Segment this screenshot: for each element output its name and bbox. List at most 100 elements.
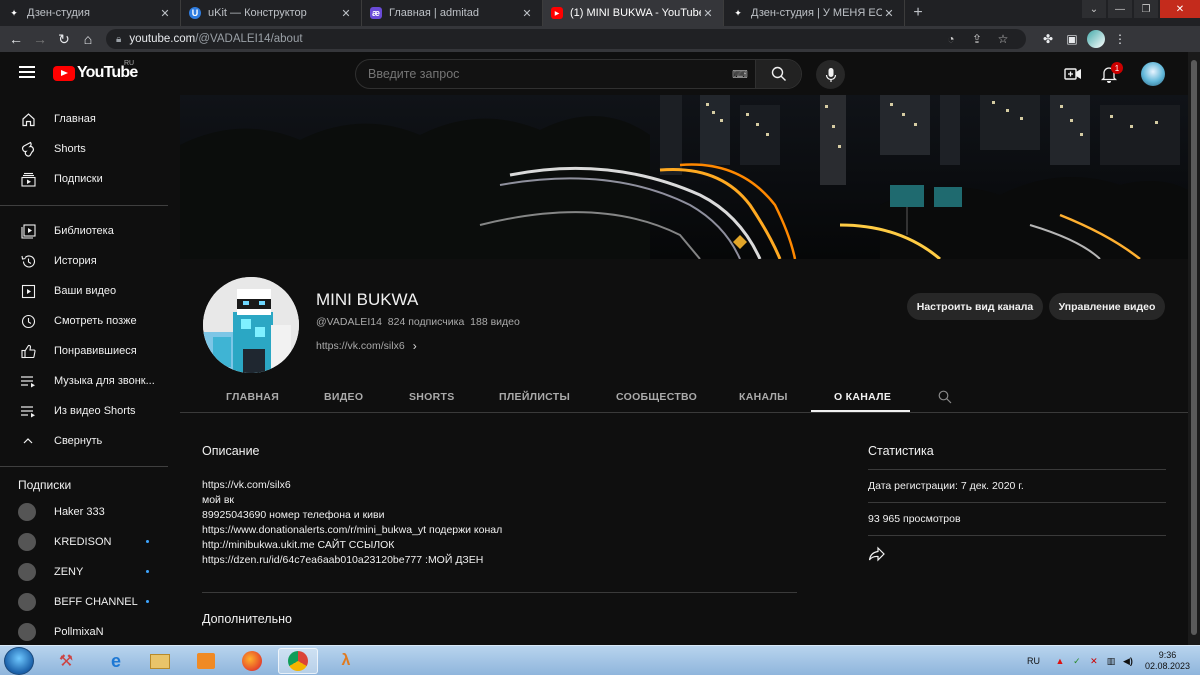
side-panel-icon[interactable]: ▣ bbox=[1060, 28, 1084, 50]
browser-tab-youtube[interactable]: ▶ (1) MINI BUKWA - YouTube ✕ bbox=[543, 0, 724, 26]
channel-link-text: https://vk.com/silx6 bbox=[316, 340, 405, 352]
sidebar-item-library[interactable]: Библиотека bbox=[0, 216, 168, 246]
bookmark-star-icon[interactable]: ☆ bbox=[990, 32, 1016, 46]
share-icon[interactable] bbox=[868, 546, 888, 566]
channel-search-button[interactable] bbox=[938, 381, 952, 412]
folder-icon bbox=[150, 653, 170, 669]
channel-avatar[interactable] bbox=[203, 277, 299, 373]
sidebar-item-watch-later[interactable]: Смотреть позже bbox=[0, 306, 168, 336]
tab-videos[interactable]: ВИДЕО bbox=[324, 381, 363, 412]
tab-home[interactable]: ГЛАВНАЯ bbox=[226, 381, 279, 412]
tab-title: Главная | admitad bbox=[389, 7, 479, 19]
sidebar-item-playlist-ringtones[interactable]: Музыка для звонк... bbox=[0, 366, 168, 396]
subscription-item[interactable]: KREDISON bbox=[0, 527, 168, 557]
home-button[interactable]: ⌂ bbox=[76, 27, 100, 51]
back-button[interactable]: ← bbox=[4, 27, 28, 51]
subscription-item[interactable]: Haker 333 bbox=[0, 497, 168, 527]
description-line: https://dzen.ru/id/64c7ea6aab010a23120be… bbox=[202, 554, 484, 566]
profile-avatar[interactable] bbox=[1087, 30, 1105, 48]
additional-info-title: Дополнительно bbox=[202, 612, 292, 626]
restore-button[interactable]: ❐ bbox=[1134, 0, 1158, 18]
playlist-icon bbox=[20, 373, 36, 389]
start-button[interactable] bbox=[4, 647, 34, 675]
taskbar-app-tool[interactable]: ⚒ bbox=[46, 648, 86, 674]
channel-link[interactable]: https://vk.com/silx6 › bbox=[316, 339, 417, 353]
address-bar[interactable]: 🔒︎ youtube.com/@VADALEI14/about ◔ ⇪ ☆ bbox=[106, 29, 1026, 49]
browser-tab-zen-studio[interactable]: ✦ Дзен-студия ✕ bbox=[0, 0, 181, 26]
tab-shorts[interactable]: SHORTS bbox=[409, 381, 455, 412]
chevron-down-icon[interactable]: ⌄ bbox=[1082, 0, 1106, 18]
section-divider bbox=[202, 592, 797, 593]
sidebar-item-history[interactable]: История bbox=[0, 246, 168, 276]
sidebar-item-shorts[interactable]: Shorts bbox=[0, 134, 168, 164]
browser-tab-zen-studio-2[interactable]: ✦ Дзен-студия | У МЕНЯ ЕСТЬ СВО ✕ bbox=[724, 0, 905, 26]
extensions-icon[interactable]: ✤ bbox=[1036, 28, 1060, 50]
sidebar-item-subscriptions[interactable]: Подписки bbox=[0, 164, 168, 194]
clock[interactable]: 9:36 02.08.2023 bbox=[1145, 650, 1190, 672]
taskbar-app-halflife[interactable]: λ bbox=[326, 648, 366, 674]
close-window-button[interactable]: ✕ bbox=[1160, 0, 1200, 18]
volume-icon[interactable]: ◀) bbox=[1121, 654, 1135, 668]
share-icon[interactable]: ⇪ bbox=[964, 32, 990, 46]
voice-search-button[interactable] bbox=[816, 60, 845, 89]
search-button[interactable] bbox=[755, 60, 801, 88]
manage-videos-button[interactable]: Управление видео bbox=[1049, 293, 1165, 320]
sidebar-item-liked[interactable]: Понравившиеся bbox=[0, 336, 168, 366]
network-error-icon[interactable]: ✕ bbox=[1087, 654, 1101, 668]
close-icon[interactable]: ✕ bbox=[701, 7, 715, 20]
sidebar-item-your-videos[interactable]: Ваши видео bbox=[0, 276, 168, 306]
browser-tab-strip: ✦ Дзен-студия ✕ U uKit — Конструктор ✕ æ… bbox=[0, 0, 1200, 26]
sidebar-item-playlist-shorts[interactable]: Из видео Shorts bbox=[0, 396, 168, 426]
create-video-icon[interactable] bbox=[1063, 64, 1083, 84]
hamburger-menu-icon[interactable] bbox=[19, 66, 35, 78]
subscription-item[interactable]: PollmixaN bbox=[0, 617, 168, 645]
performance-icon[interactable]: ◔ bbox=[938, 32, 964, 46]
account-avatar[interactable] bbox=[1141, 62, 1165, 86]
close-icon[interactable]: ✕ bbox=[158, 7, 172, 20]
keyboard-icon[interactable]: ⌨ bbox=[725, 68, 755, 81]
taskbar-app-explorer[interactable] bbox=[140, 648, 180, 674]
subscription-item[interactable]: ZENY bbox=[0, 557, 168, 587]
taskbar-app-ie[interactable]: e bbox=[96, 648, 136, 674]
search-input[interactable] bbox=[356, 60, 725, 88]
tab-about[interactable]: О КАНАЛЕ bbox=[834, 381, 891, 412]
taskbar-app-firefox[interactable] bbox=[232, 648, 272, 674]
sidebar-item-label: Shorts bbox=[54, 143, 86, 155]
close-icon[interactable]: ✕ bbox=[339, 7, 353, 20]
taskbar-app-chrome[interactable] bbox=[278, 648, 318, 674]
language-indicator[interactable]: RU bbox=[1027, 656, 1040, 666]
browser-tab-admitad[interactable]: æ Главная | admitad ✕ bbox=[362, 0, 543, 26]
taskbar-app-media[interactable] bbox=[186, 648, 226, 674]
scrollbar-thumb[interactable] bbox=[1191, 60, 1197, 635]
new-tab-button[interactable]: + bbox=[905, 0, 931, 26]
description-line: http://minibukwa.ukit.me САЙТ ССЫЛОК bbox=[202, 539, 395, 551]
description-title: Описание bbox=[202, 444, 260, 458]
close-icon[interactable]: ✕ bbox=[882, 7, 896, 20]
sidebar-item-collapse[interactable]: Свернуть bbox=[0, 426, 168, 456]
tab-channels[interactable]: КАНАЛЫ bbox=[739, 381, 788, 412]
minimize-button[interactable]: — bbox=[1108, 0, 1132, 18]
tab-community[interactable]: СООБЩЕСТВО bbox=[616, 381, 697, 412]
tool-app-icon: ⚒ bbox=[58, 653, 74, 670]
forward-button[interactable]: → bbox=[28, 27, 52, 51]
close-icon[interactable]: ✕ bbox=[520, 7, 534, 20]
browser-tab-ukit[interactable]: U uKit — Конструктор ✕ bbox=[181, 0, 362, 26]
network-icon[interactable]: ▥ bbox=[1104, 654, 1118, 668]
sidebar-item-label: Смотреть позже bbox=[54, 315, 137, 327]
youtube-logo[interactable]: YouTube RU bbox=[53, 60, 138, 82]
security-icon[interactable]: ✓ bbox=[1070, 654, 1084, 668]
watch-later-icon bbox=[20, 313, 36, 329]
menu-kebab-icon[interactable]: ⋮ bbox=[1108, 28, 1132, 50]
subscription-item[interactable]: BEFF CHANNEL bbox=[0, 587, 168, 617]
reload-button[interactable]: ↻ bbox=[52, 27, 76, 51]
tab-playlists[interactable]: ПЛЕЙЛИСТЫ bbox=[499, 381, 570, 412]
tab-title: (1) MINI BUKWA - YouTube bbox=[570, 7, 701, 19]
page-scrollbar[interactable] bbox=[1188, 52, 1200, 645]
zen-icon: ✦ bbox=[734, 7, 742, 18]
home-icon bbox=[20, 111, 36, 127]
warning-icon[interactable]: ▲ bbox=[1053, 654, 1067, 668]
channel-name: MINI BUKWA bbox=[316, 290, 419, 309]
sidebar-item-home[interactable]: Главная bbox=[0, 104, 168, 134]
customize-channel-button[interactable]: Настроить вид канала bbox=[907, 293, 1043, 320]
windows-taskbar: ⚒ e λ RU ▲ ✓ ✕ ▥ ◀) 9:36 02.08.2023 bbox=[0, 645, 1200, 675]
